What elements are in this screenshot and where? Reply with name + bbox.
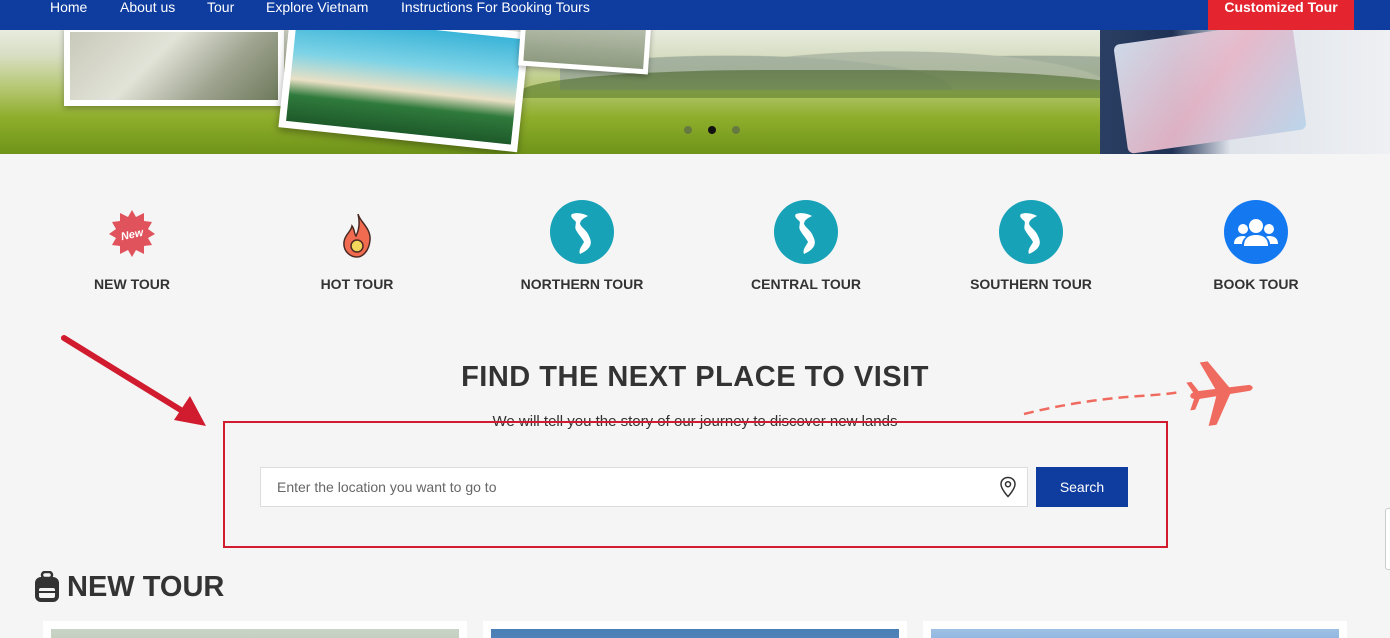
- category-northern-tour[interactable]: NORTHERN TOUR: [502, 200, 662, 292]
- nav-tour-link[interactable]: Tour: [207, 0, 234, 16]
- tour-card[interactable]: [923, 621, 1347, 638]
- category-label: SOUTHERN TOUR: [970, 276, 1092, 292]
- hero-banner: [0, 30, 1390, 154]
- vietnam-map-icon: [774, 200, 838, 264]
- map-pin-icon: [1000, 476, 1016, 498]
- side-scroll-tab[interactable]: [1385, 508, 1390, 570]
- nav-explore-link[interactable]: Explore Vietnam: [266, 0, 368, 16]
- nav-instructions-link[interactable]: Instructions For Booking Tours: [401, 0, 590, 16]
- slider-dot-1[interactable]: [684, 126, 692, 134]
- top-navigation: Home About us Tour Explore Vietnam Instr…: [0, 0, 1390, 30]
- backpack-icon: [35, 571, 59, 602]
- tour-card[interactable]: [43, 621, 467, 638]
- category-label: CENTRAL TOUR: [751, 276, 861, 292]
- new-badge-icon: New: [100, 200, 164, 264]
- vietnam-map-icon: [999, 200, 1063, 264]
- category-hot-tour[interactable]: HOT TOUR: [277, 200, 437, 292]
- users-icon: [1224, 200, 1288, 264]
- tour-card[interactable]: [483, 621, 907, 638]
- hero-photo-bridge: [64, 30, 284, 106]
- location-search-input[interactable]: [260, 467, 1028, 507]
- tour-card-image: [491, 629, 899, 638]
- new-tour-title: NEW TOUR: [67, 571, 225, 603]
- slider-dot-2[interactable]: [708, 126, 716, 134]
- customized-tour-button[interactable]: Customized Tour: [1208, 0, 1354, 30]
- slider-dots: [684, 126, 740, 134]
- category-label: HOT TOUR: [320, 276, 394, 292]
- category-central-tour[interactable]: CENTRAL TOUR: [726, 200, 886, 292]
- category-southern-tour[interactable]: SOUTHERN TOUR: [951, 200, 1111, 292]
- search-section-title: FIND THE NEXT PLACE TO VISIT: [461, 361, 929, 393]
- vietnam-map-icon: [550, 200, 614, 264]
- category-new-tour[interactable]: New NEW TOUR: [52, 200, 212, 292]
- nav-home-link[interactable]: Home: [50, 0, 87, 16]
- category-label: BOOK TOUR: [1213, 276, 1299, 292]
- hero-photo-beach: [278, 30, 530, 153]
- category-label: NEW TOUR: [94, 276, 170, 292]
- search-button[interactable]: Search: [1036, 467, 1128, 507]
- tour-card-image: [51, 629, 459, 638]
- hero-treeline: [520, 70, 1140, 98]
- category-label: NORTHERN TOUR: [520, 276, 644, 292]
- tour-card-image: [931, 629, 1339, 638]
- hero-photo-small: [518, 30, 652, 75]
- nav-about-link[interactable]: About us: [120, 0, 175, 16]
- category-book-tour[interactable]: BOOK TOUR: [1176, 200, 1336, 292]
- new-tour-section-header: NEW TOUR: [33, 569, 224, 605]
- slider-dot-3[interactable]: [732, 126, 740, 134]
- fire-icon: [325, 200, 389, 264]
